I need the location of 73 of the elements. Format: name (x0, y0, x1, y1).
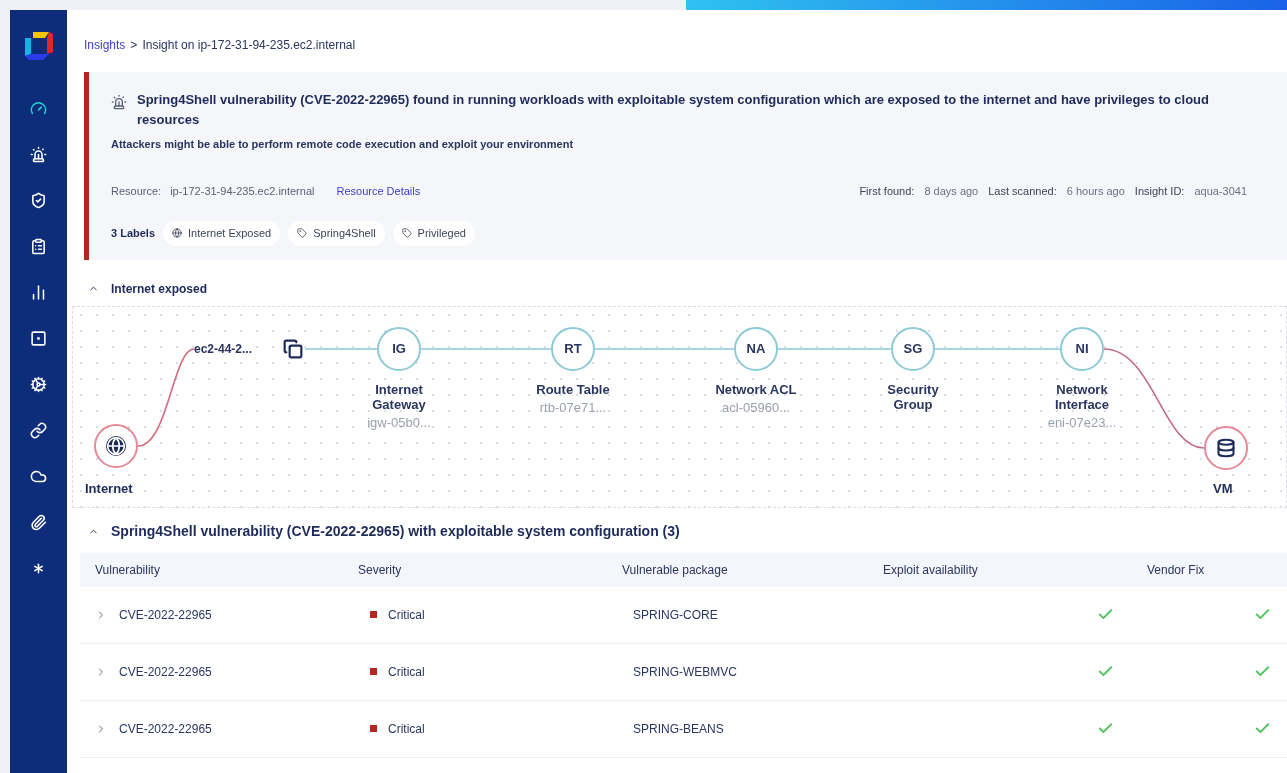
globe-icon (106, 435, 126, 456)
node-id: eni-07e23... (1047, 413, 1117, 432)
node-id: acl-05960... (722, 398, 790, 417)
node-id: rtb-07e71... (539, 398, 607, 417)
siren-icon (111, 94, 127, 110)
tag-icon (297, 228, 308, 239)
vm-node[interactable] (1204, 425, 1248, 470)
node-label: Network ACL (714, 381, 798, 397)
edge-label: ec2-44-2... (194, 340, 253, 358)
meta-value: 6 hours ago (1066, 183, 1125, 199)
globe-icon (172, 228, 183, 239)
table-row[interactable]: CVE-2022-22965 Critical SPRING-WEBMVC (80, 643, 1287, 701)
siren-icon (30, 145, 47, 163)
table-row[interactable]: CVE-2022-22965 Critical SPRING-BEANS (80, 700, 1287, 758)
meta-label: First found: (859, 183, 915, 199)
insight-description: Attackers might be able to perform remote code execution and exploit your environment (111, 137, 575, 152)
table-cell-text: CVE-2022-22965 (119, 720, 212, 738)
internet-node[interactable] (94, 423, 138, 468)
node-label: Internet Gateway (371, 381, 427, 412)
section-toggle[interactable]: Spring4Shell vulnerability (CVE-2022-22965) with exploitable system configuration (3) (88, 520, 680, 542)
table-cell-text: SPRING-WEBMVC (632, 663, 738, 681)
paperclip-icon (30, 513, 47, 531)
node-id: igw-05b0... (367, 413, 431, 432)
node-label: Network Interface (1053, 381, 1111, 412)
table-cell-text: CVE-2022-22965 (119, 663, 212, 681)
shield-check-icon (30, 191, 47, 209)
section-toggle[interactable]: Internet exposed (88, 279, 208, 298)
clipboard-icon (30, 237, 47, 255)
meta-value: aqua-3041 (1194, 183, 1247, 199)
table-cell-text: Critical (388, 606, 425, 624)
label-chip: Internet Exposed (163, 221, 281, 246)
node-label: Security Group (886, 381, 940, 412)
column-header: Vendor Fix (1146, 561, 1206, 579)
tag-icon (401, 228, 412, 239)
node-label: Internet (85, 479, 133, 498)
breadcrumb-link[interactable]: Insights (84, 36, 126, 54)
gear-icon (30, 375, 47, 393)
gauge-icon (30, 99, 47, 117)
copy-icon[interactable] (283, 338, 303, 359)
database-icon (1216, 437, 1236, 458)
column-header: Vulnerable package (621, 561, 729, 579)
meta-label: Insight ID: (1134, 183, 1185, 199)
resource-details-link[interactable]: Resource Details (336, 182, 421, 199)
resource-node[interactable]: IG (377, 326, 421, 371)
meta-label: Last scanned: (988, 183, 1057, 199)
insight-title: Spring4Shell vulnerability (CVE-2022-22965) found in running workloads with exploitable system configuration which are exposed to the internet and have privileges to cloud resources (137, 91, 1210, 129)
resource-node[interactable]: NI (1060, 326, 1104, 371)
square-icon (30, 329, 47, 347)
label-chip: Privileged (392, 221, 475, 246)
table-cell-text: SPRING-CORE (632, 606, 719, 624)
table-row[interactable]: CVE-2022-22965 Critical SPRING-CORE (80, 586, 1287, 644)
resource-node[interactable]: SG (891, 326, 935, 371)
link-icon (30, 421, 47, 439)
column-header: Exploit availability (882, 561, 979, 579)
breadcrumb-current: Insight on ip-172-31-94-235.ec2.internal (142, 37, 356, 54)
column-header: Vulnerability (94, 561, 161, 579)
resource-node[interactable]: NA (734, 326, 778, 371)
logo-icon[interactable] (22, 30, 55, 62)
node-label: Route Table (535, 381, 611, 397)
node-label: VM (1213, 479, 1233, 498)
resource-node[interactable]: RT (551, 326, 595, 371)
table-cell-text: Critical (388, 663, 425, 681)
resource-label: Resource: (111, 183, 162, 199)
table-cell-text: Critical (388, 720, 425, 738)
bar-chart-icon (30, 283, 47, 301)
meta-value: 8 days ago (924, 183, 979, 199)
breadcrumb-separator: > (130, 37, 138, 54)
label-chip: Spring4Shell (288, 221, 385, 246)
table-cell-text: SPRING-BEANS (632, 720, 725, 738)
column-header: Severity (357, 561, 403, 579)
labels-count: 3 Labels (111, 226, 156, 241)
resource-value: ip-172-31-94-235.ec2.internal (170, 183, 315, 199)
table-cell-text: CVE-2022-22965 (119, 606, 212, 624)
